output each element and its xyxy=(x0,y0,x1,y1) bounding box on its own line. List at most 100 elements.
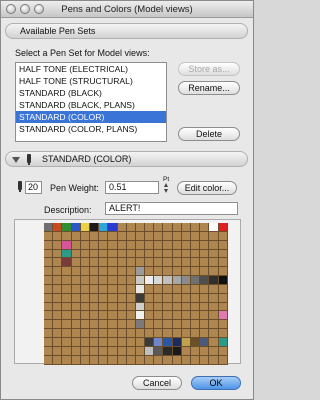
pen-color-cell[interactable] xyxy=(80,231,90,241)
pen-color-cell[interactable] xyxy=(89,249,100,259)
pen-color-cell[interactable] xyxy=(218,337,228,347)
pen-color-cell[interactable] xyxy=(62,258,72,268)
pen-color-cell[interactable] xyxy=(108,240,118,250)
pen-color-cell[interactable] xyxy=(218,346,228,356)
pen-color-cell[interactable] xyxy=(117,355,127,365)
delete-button[interactable]: Delete xyxy=(178,127,240,141)
pen-color-cell[interactable] xyxy=(117,258,127,268)
pen-color-cell[interactable] xyxy=(71,311,81,321)
pen-color-cell[interactable] xyxy=(145,293,155,303)
pen-color-cell[interactable] xyxy=(154,346,164,356)
store-as-button[interactable]: Store as... xyxy=(178,62,240,76)
pen-color-cell[interactable] xyxy=(218,267,228,277)
pen-color-cell[interactable] xyxy=(145,231,155,241)
pen-color-cell[interactable] xyxy=(44,223,54,232)
pen-color-cell[interactable] xyxy=(181,231,191,241)
pen-color-cell[interactable] xyxy=(154,231,164,241)
pen-color-cell[interactable] xyxy=(172,267,182,277)
pen-color-cell[interactable] xyxy=(163,293,173,303)
pen-color-cell[interactable] xyxy=(163,320,173,330)
pen-color-cell[interactable] xyxy=(62,311,72,321)
pen-color-cell[interactable] xyxy=(218,258,228,268)
pen-color-cell[interactable] xyxy=(209,346,219,356)
pen-color-cell[interactable] xyxy=(209,337,219,347)
pen-color-cell[interactable] xyxy=(53,231,63,241)
pen-color-cell[interactable] xyxy=(154,267,164,277)
pen-color-cell[interactable] xyxy=(53,223,63,232)
pen-color-cell[interactable] xyxy=(154,258,164,268)
description-field[interactable]: ALERT! xyxy=(105,202,238,215)
pen-color-cell[interactable] xyxy=(44,267,54,277)
pen-color-cell[interactable] xyxy=(89,311,100,321)
pen-color-cell[interactable] xyxy=(200,276,210,285)
pen-color-cell[interactable] xyxy=(200,320,210,330)
pen-color-cell[interactable] xyxy=(191,231,201,241)
pen-color-cell[interactable] xyxy=(80,355,90,365)
pen-color-cell[interactable] xyxy=(53,337,63,347)
pen-color-cell[interactable] xyxy=(200,223,210,232)
pen-color-cell[interactable] xyxy=(44,240,54,250)
pen-color-cell[interactable] xyxy=(89,223,100,232)
pen-color-cell[interactable] xyxy=(53,249,63,259)
pen-color-cell[interactable] xyxy=(218,302,228,312)
pen-color-cell[interactable] xyxy=(135,311,146,321)
pen-color-cell[interactable] xyxy=(191,276,201,285)
pen-color-cell[interactable] xyxy=(181,346,191,356)
pen-color-cell[interactable] xyxy=(89,346,100,356)
pen-color-cell[interactable] xyxy=(145,337,155,347)
pen-color-cell[interactable] xyxy=(126,337,136,347)
pen-color-cell[interactable] xyxy=(71,223,81,232)
pen-color-cell[interactable] xyxy=(80,284,90,294)
pen-color-cell[interactable] xyxy=(80,302,90,312)
pen-color-cell[interactable] xyxy=(154,223,164,232)
pen-set-item[interactable]: HALF TONE (STRUCTURAL) xyxy=(16,75,166,87)
pen-color-cell[interactable] xyxy=(145,311,155,321)
pen-color-cell[interactable] xyxy=(145,249,155,259)
ok-button[interactable]: OK xyxy=(191,376,241,390)
pen-color-cell[interactable] xyxy=(209,249,219,259)
pen-color-cell[interactable] xyxy=(172,355,182,365)
pen-color-cell[interactable] xyxy=(80,346,90,356)
pen-color-cell[interactable] xyxy=(163,329,173,338)
pen-color-cell[interactable] xyxy=(172,276,182,285)
pen-color-cell[interactable] xyxy=(80,249,90,259)
pen-color-cell[interactable] xyxy=(209,355,219,365)
pen-color-cell[interactable] xyxy=(172,240,182,250)
pen-color-cell[interactable] xyxy=(172,320,182,330)
pen-color-cell[interactable] xyxy=(209,311,219,321)
pen-color-cell[interactable] xyxy=(53,258,63,268)
pen-color-cell[interactable] xyxy=(53,302,63,312)
pen-color-cell[interactable] xyxy=(80,293,90,303)
pen-color-cell[interactable] xyxy=(53,355,63,365)
pen-color-cell[interactable] xyxy=(209,329,219,338)
pen-weight-field[interactable]: 0.51 xyxy=(105,181,159,194)
pen-color-cell[interactable] xyxy=(145,355,155,365)
pen-color-cell[interactable] xyxy=(53,284,63,294)
pen-color-cell[interactable] xyxy=(126,284,136,294)
pen-color-cell[interactable] xyxy=(200,293,210,303)
pen-color-cell[interactable] xyxy=(181,276,191,285)
pen-color-cell[interactable] xyxy=(172,329,182,338)
pen-color-cell[interactable] xyxy=(44,249,54,259)
pen-color-cell[interactable] xyxy=(53,276,63,285)
pen-color-cell[interactable] xyxy=(172,284,182,294)
pen-color-cell[interactable] xyxy=(80,258,90,268)
pen-color-cell[interactable] xyxy=(71,240,81,250)
pen-color-cell[interactable] xyxy=(218,240,228,250)
pen-color-cell[interactable] xyxy=(44,284,54,294)
pen-color-cell[interactable] xyxy=(126,258,136,268)
pen-color-cell[interactable] xyxy=(117,284,127,294)
pen-color-cell[interactable] xyxy=(163,231,173,241)
pen-color-cell[interactable] xyxy=(80,337,90,347)
pen-color-cell[interactable] xyxy=(181,240,191,250)
pen-color-cell[interactable] xyxy=(80,267,90,277)
pen-color-cell[interactable] xyxy=(135,320,146,330)
pen-color-cell[interactable] xyxy=(71,231,81,241)
pen-color-cell[interactable] xyxy=(200,329,210,338)
pen-color-cell[interactable] xyxy=(80,329,90,338)
pen-color-cell[interactable] xyxy=(181,329,191,338)
pen-color-cell[interactable] xyxy=(135,302,146,312)
pen-color-cell[interactable] xyxy=(108,293,118,303)
pen-color-cell[interactable] xyxy=(154,302,164,312)
pen-color-cell[interactable] xyxy=(44,293,54,303)
